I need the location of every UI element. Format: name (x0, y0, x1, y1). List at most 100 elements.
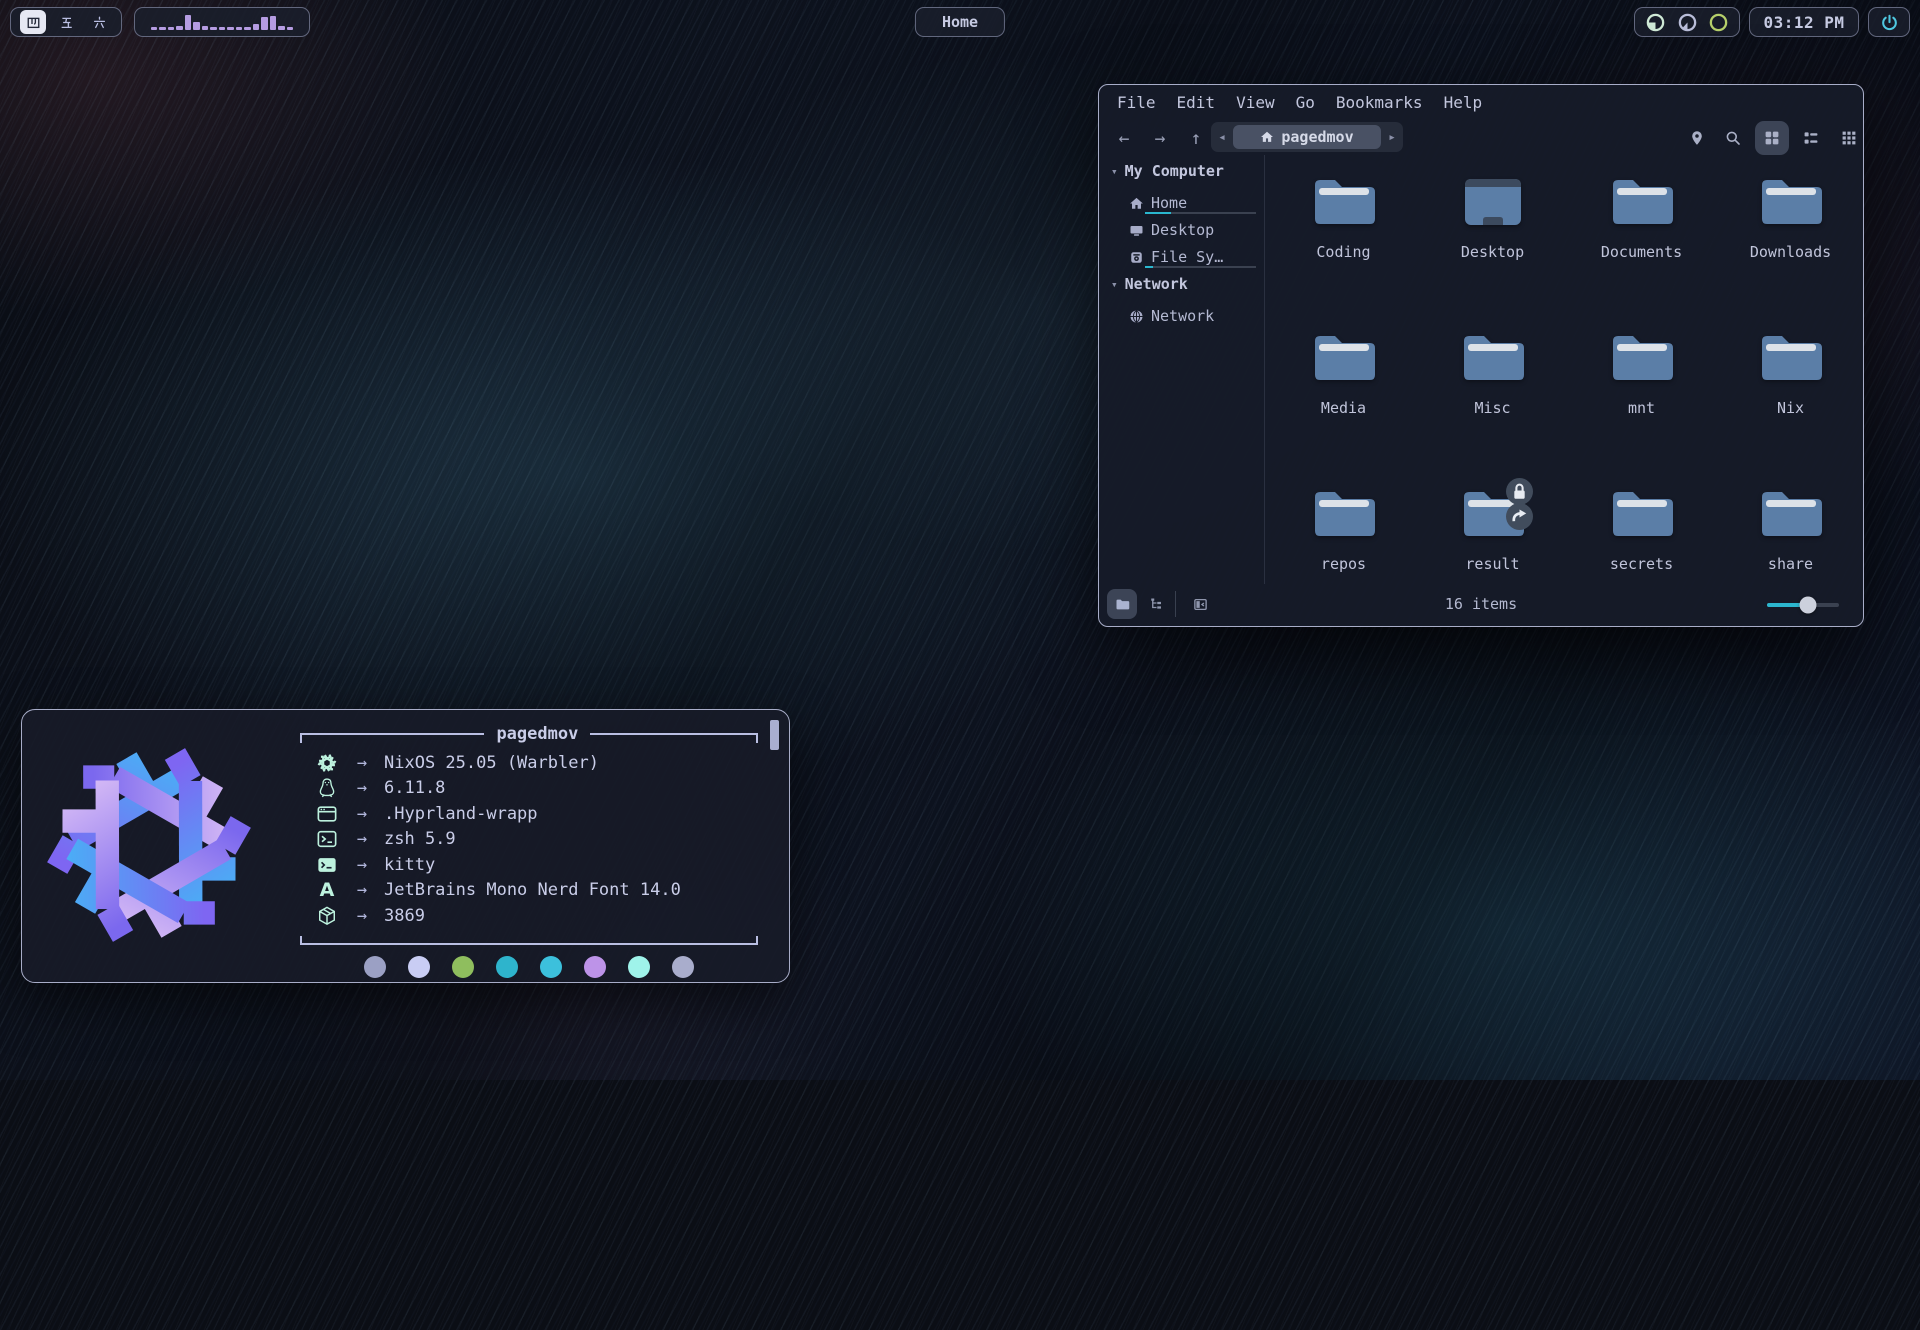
path-segment-label: pagedmov (1281, 128, 1353, 146)
sidebar: ▾My ComputerHomeDesktopFile Sy…▾NetworkN… (1099, 155, 1265, 584)
fetch-row-shell: →zsh 5.9 (314, 827, 758, 853)
terminal-cursor (770, 720, 779, 750)
package-icon (314, 905, 340, 927)
folder-misc[interactable]: Misc (1418, 317, 1567, 473)
fetch-frame: pagedmov →NixOS 25.05 (Warbler)→6.11.8→.… (300, 724, 758, 945)
folder-downloads[interactable]: Downloads (1716, 161, 1865, 317)
forward-button[interactable]: → (1147, 125, 1173, 151)
workspace-四-active[interactable] (20, 10, 46, 34)
menu-help[interactable]: Help (1444, 93, 1483, 112)
fetch-frame-bottom (300, 933, 758, 945)
compact-view-button[interactable] (1835, 124, 1863, 152)
menu-edit[interactable]: Edit (1177, 93, 1216, 112)
arrow-icon: → (340, 906, 384, 926)
visualizer-bar (227, 27, 234, 30)
zoom-slider[interactable] (1767, 603, 1839, 607)
workspace-五[interactable] (53, 10, 79, 34)
home-icon (1129, 196, 1144, 211)
lock-emblem-icon (1506, 478, 1533, 505)
icon-view-button[interactable] (1755, 121, 1789, 155)
nix-icon (314, 752, 340, 774)
visualizer-bar (168, 27, 175, 30)
visualizer-bar (193, 22, 200, 30)
arrow-icon: → (340, 829, 384, 849)
item-count: 16 items (1099, 595, 1863, 613)
list-view-icon (1803, 130, 1819, 146)
workspace-switcher[interactable] (10, 7, 122, 37)
arrow-icon: → (340, 855, 384, 875)
file-manager-window: File Edit View Go Bookmarks Help ← → ↑ ◂ page… (1098, 84, 1864, 627)
folder-mnt[interactable]: mnt (1567, 317, 1716, 473)
folder-label: result (1465, 555, 1519, 573)
nixos-logo (44, 732, 254, 958)
path-next-icon[interactable]: ▸ (1381, 130, 1403, 145)
folder-label: Media (1321, 399, 1366, 417)
folder-media[interactable]: Media (1269, 317, 1418, 473)
arrow-icon: → (340, 753, 384, 773)
menu-file[interactable]: File (1117, 93, 1156, 112)
fetch-row-terminal: →kitty (314, 852, 758, 878)
visualizer-bar (151, 27, 158, 30)
back-button[interactable]: ← (1111, 125, 1137, 151)
status-bar: 16 items (1099, 584, 1863, 626)
sidebar-section-network[interactable]: ▾Network (1099, 268, 1264, 300)
visualizer-bar (261, 17, 268, 30)
penguin-icon (314, 777, 340, 799)
visualizer-bar (202, 26, 209, 30)
visualizer-bar (185, 15, 192, 30)
path-prev-icon[interactable]: ◂ (1211, 130, 1233, 145)
fetch-value: JetBrains Mono Nerd Font 14.0 (384, 880, 681, 900)
folder-nix[interactable]: Nix (1716, 317, 1865, 473)
power-icon (1880, 13, 1899, 32)
palette-dot (364, 956, 386, 978)
globe-icon (1129, 309, 1144, 324)
monitor-sm-icon (1129, 223, 1144, 238)
visualizer-bar (244, 27, 251, 30)
menubar: File Edit View Go Bookmarks Help (1117, 93, 1482, 112)
home-icon (1260, 130, 1274, 144)
folder-desktop[interactable]: Desktop (1418, 161, 1567, 317)
drive-icon (1129, 250, 1144, 265)
fetch-widget: pagedmov →NixOS 25.05 (Warbler)→6.11.8→.… (21, 709, 790, 983)
folder-icon (1610, 331, 1674, 385)
path-bar[interactable]: ◂ pagedmov ▸ (1211, 122, 1403, 152)
fetch-row-package: →3869 (314, 903, 758, 929)
sidebar-item-network[interactable]: Network (1099, 300, 1264, 327)
sidebar-section-my-computer[interactable]: ▾My Computer (1099, 155, 1264, 187)
monitor-ring-indicator-3 (1708, 12, 1729, 33)
palette-dot (628, 956, 650, 978)
visualizer-bar (287, 27, 294, 30)
compact-grid-icon (1841, 130, 1857, 146)
sidebar-item-desktop[interactable]: Desktop (1099, 214, 1264, 241)
list-view-button[interactable] (1797, 124, 1825, 152)
folder-label: Documents (1601, 243, 1682, 261)
power-button[interactable] (1868, 7, 1910, 37)
fetch-value: kitty (384, 855, 435, 875)
folder-documents[interactable]: Documents (1567, 161, 1716, 317)
path-segment-home[interactable]: pagedmov (1233, 125, 1381, 149)
search-button[interactable] (1719, 124, 1747, 152)
zoom-slider-knob[interactable] (1800, 597, 1817, 614)
sidebar-item-filesy[interactable]: File Sy… (1099, 241, 1264, 268)
folder-icon (1312, 487, 1376, 541)
up-button[interactable]: ↑ (1183, 125, 1209, 151)
monitor-ring-indicator-2 (1677, 12, 1698, 33)
folder-icon (1610, 175, 1674, 229)
visualizer-bar (219, 27, 226, 30)
system-monitor-rings (1634, 7, 1740, 37)
fetch-value: .Hyprland-wrapp (384, 804, 538, 824)
menu-go[interactable]: Go (1296, 93, 1315, 112)
folder-label: Desktop (1461, 243, 1524, 261)
sidebar-item-home[interactable]: Home (1099, 187, 1264, 214)
search-icon (1725, 130, 1741, 146)
audio-visualizer (134, 7, 310, 37)
menu-bookmarks[interactable]: Bookmarks (1336, 93, 1423, 112)
workspace-六[interactable] (86, 10, 112, 34)
visualizer-bar (176, 26, 183, 30)
menu-view[interactable]: View (1236, 93, 1275, 112)
folder-label: repos (1321, 555, 1366, 573)
folder-label: Downloads (1750, 243, 1831, 261)
folder-coding[interactable]: Coding (1269, 161, 1418, 317)
desktop-icon (1461, 175, 1525, 229)
location-pin-button[interactable] (1683, 124, 1711, 152)
